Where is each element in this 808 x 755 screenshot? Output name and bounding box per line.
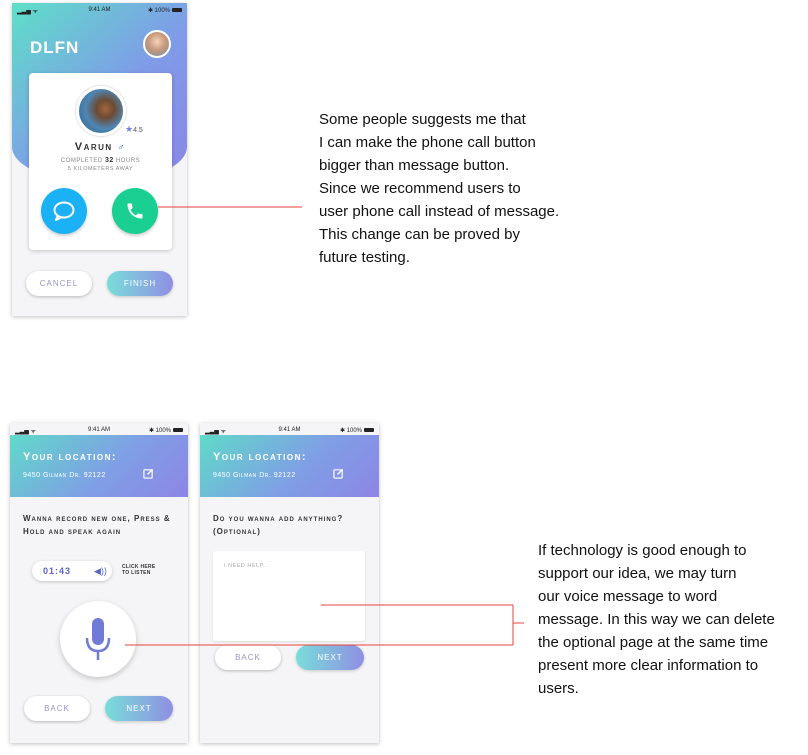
note-line: user phone call instead of message.	[319, 203, 560, 220]
note-line: If technology is good enough to	[538, 542, 747, 559]
annotation-note-voice-to-text: If technology is good enough to support …	[538, 539, 808, 700]
note-line: present more clear information to	[538, 657, 759, 674]
note-line: our voice message to word	[538, 588, 718, 605]
note-line: This change can be proved by	[319, 226, 520, 243]
note-line: I can make the phone call button	[319, 134, 536, 151]
note-line: future testing.	[319, 249, 410, 266]
note-line: message. In this way we can delete	[538, 611, 775, 628]
note-line: users.	[538, 680, 579, 697]
note-line: bigger than message button.	[319, 157, 510, 174]
annotation-note-call-button: Some people suggests me that I can make …	[319, 108, 619, 269]
note-line: the optional page at the same time	[538, 634, 769, 651]
note-line: Some people suggests me that	[319, 111, 526, 128]
note-line: support our idea, we may turn	[538, 565, 737, 582]
note-line: Since we recommend users to	[319, 180, 521, 197]
